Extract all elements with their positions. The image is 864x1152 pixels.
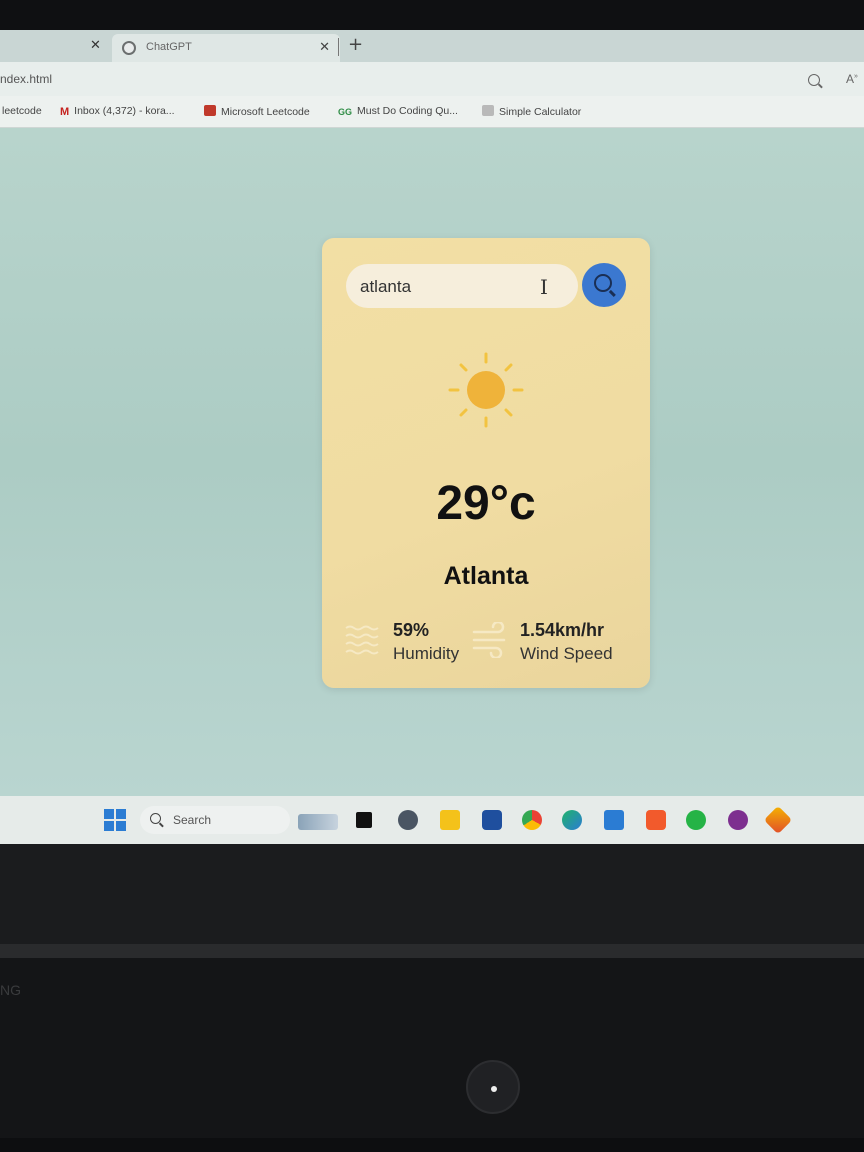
read-aloud-icon[interactable]: A» xyxy=(846,72,858,86)
brave-icon[interactable] xyxy=(646,810,666,830)
file-explorer-icon[interactable] xyxy=(440,810,460,830)
bookmark-label: leetcode xyxy=(2,105,42,117)
keyboard-edge xyxy=(0,1138,864,1152)
url-text[interactable]: ndex.html xyxy=(0,72,52,86)
windows-start-icon[interactable] xyxy=(104,809,126,831)
bookmark-gmail-inbox[interactable]: M Inbox (4,372) - kora... xyxy=(60,105,175,118)
bookmark-label: Inbox (4,372) - kora... xyxy=(74,105,175,117)
document-icon xyxy=(204,105,216,116)
laptop-hinge xyxy=(0,944,864,958)
gfg-icon: GG xyxy=(338,107,353,117)
settings-icon[interactable] xyxy=(398,810,418,830)
windows-taskbar: Search xyxy=(0,796,864,844)
taskbar-search-label: Search xyxy=(173,813,212,827)
widgets-icon[interactable] xyxy=(298,814,338,830)
browser-tab-bar: ✕ ChatGPT ✕ xyxy=(0,30,864,62)
humidity-value: 59% xyxy=(393,620,430,640)
bookmark-leetcode[interactable]: leetcode xyxy=(2,105,42,117)
humidity-label: Humidity xyxy=(393,644,460,663)
task-view-icon[interactable] xyxy=(356,812,372,828)
chrome-icon[interactable] xyxy=(522,810,542,830)
new-tab-icon[interactable]: + xyxy=(348,34,363,55)
temperature: 29°c xyxy=(436,477,536,530)
taskbar-search-box[interactable]: Search xyxy=(140,806,290,834)
zoom-icon[interactable] xyxy=(808,74,820,86)
edge-icon[interactable] xyxy=(562,810,582,830)
bookmark-label: Simple Calculator xyxy=(499,106,582,118)
laptop-brand-text: NG xyxy=(0,982,21,998)
microsoft-store-icon[interactable] xyxy=(482,810,502,830)
address-bar: ndex.html A» xyxy=(0,62,864,96)
city-search-value: atlanta xyxy=(360,277,412,296)
wind-speed-value: 1.54km/hr xyxy=(520,620,605,640)
search-icon xyxy=(594,274,612,292)
search-button[interactable] xyxy=(582,263,626,307)
tab-chatgpt[interactable]: ChatGPT ✕ xyxy=(112,34,340,62)
humidity-icon xyxy=(345,625,379,655)
screen-top-bezel xyxy=(0,0,864,30)
read-aloud-label: A xyxy=(846,72,855,86)
tab-title: ChatGPT xyxy=(146,41,192,53)
power-button[interactable] xyxy=(466,1060,520,1114)
screen-bottom-bezel xyxy=(0,844,864,944)
whatsapp-icon[interactable] xyxy=(686,810,706,830)
laptop-deck xyxy=(0,958,864,1152)
wind-icon xyxy=(472,622,506,658)
tab-separator xyxy=(338,38,339,56)
city-search-input[interactable]: atlanta I xyxy=(346,264,578,308)
text-cursor-icon: I xyxy=(540,275,548,299)
app-icon[interactable] xyxy=(728,810,748,830)
gmail-icon: M xyxy=(60,106,70,118)
vscode-icon[interactable] xyxy=(604,810,624,830)
app-icon[interactable] xyxy=(763,805,793,835)
sun-icon xyxy=(448,352,524,428)
weather-card: atlanta I 29°c Atlanta 59% Humidity 1.54… xyxy=(322,238,650,688)
bookmark-label: Microsoft Leetcode xyxy=(221,106,310,118)
bookmark-must-do-coding[interactable]: GG Must Do Coding Qu... xyxy=(338,105,458,118)
bookmark-microsoft-leetcode[interactable]: Microsoft Leetcode xyxy=(204,105,310,118)
search-icon xyxy=(150,813,161,824)
wind-speed-label: Wind Speed xyxy=(520,644,613,663)
bookmark-simple-calculator[interactable]: Simple Calculator xyxy=(482,105,581,118)
bookmark-label: Must Do Coding Qu... xyxy=(357,105,458,117)
calculator-icon xyxy=(482,105,494,116)
city-name: Atlanta xyxy=(443,562,529,590)
previous-tab-close-icon[interactable]: ✕ xyxy=(90,38,101,53)
chatgpt-favicon-icon xyxy=(122,41,136,55)
bookmarks-bar: leetcode M Inbox (4,372) - kora... Micros… xyxy=(0,96,864,128)
tab-close-icon[interactable]: ✕ xyxy=(319,40,330,55)
